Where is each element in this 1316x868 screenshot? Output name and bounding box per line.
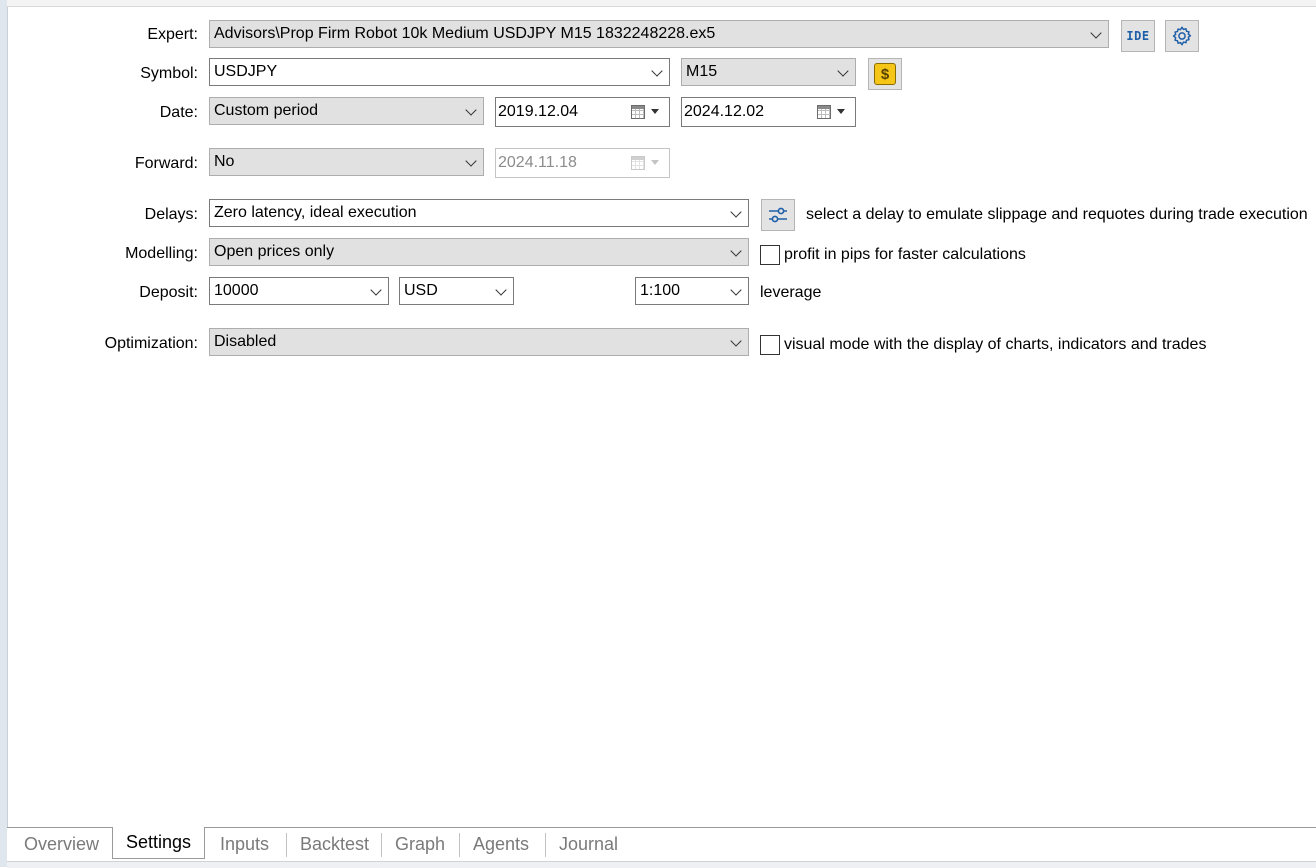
- forward-value: No: [214, 153, 235, 170]
- symbol-specs-button[interactable]: $: [868, 58, 902, 90]
- leverage-select[interactable]: 1:100: [635, 277, 749, 305]
- tab-journal[interactable]: Journal: [545, 833, 631, 857]
- tab-backtest[interactable]: Backtest: [286, 833, 382, 857]
- chevron-down-icon: [730, 206, 742, 218]
- date-from-value: 2019.12.04: [498, 103, 579, 120]
- dollar-icon: $: [874, 63, 896, 85]
- leverage-value: 1:100: [640, 282, 681, 299]
- chevron-down-icon: [1090, 27, 1102, 39]
- ide-icon: IDE: [1126, 29, 1150, 43]
- gear-icon: [1172, 26, 1192, 46]
- profit-in-pips-label: profit in pips for faster calculations: [784, 246, 1026, 263]
- timeframe-select[interactable]: M15: [681, 58, 856, 86]
- date-to-picker[interactable]: 2024.12.02: [681, 97, 856, 127]
- forward-select[interactable]: No: [209, 148, 484, 176]
- deposit-currency-value: USD: [404, 282, 438, 299]
- calendar-icon: [817, 105, 831, 119]
- chevron-down-icon: [465, 104, 477, 116]
- left-panel-edge: [0, 0, 8, 867]
- deposit-amount-select[interactable]: 10000: [209, 277, 389, 305]
- chevron-down-icon: [730, 284, 742, 296]
- calendar-icon: [631, 105, 645, 119]
- deposit-amount-value: 10000: [214, 282, 259, 299]
- chevron-down-icon: [465, 155, 477, 167]
- optimization-value: Disabled: [214, 333, 277, 350]
- ide-button[interactable]: IDE: [1121, 20, 1155, 52]
- date-period-select[interactable]: Custom period: [209, 97, 484, 125]
- chevron-down-icon: [730, 335, 742, 347]
- delays-value: Zero latency, ideal execution: [214, 204, 417, 221]
- delays-label: Delays:: [144, 206, 198, 223]
- modelling-label: Modelling:: [125, 245, 198, 262]
- sliders-icon: [769, 207, 787, 223]
- expert-settings-button[interactable]: [1165, 20, 1199, 52]
- chevron-down-icon: [495, 284, 507, 296]
- top-border: [7, 0, 1316, 7]
- delays-select[interactable]: Zero latency, ideal execution: [209, 199, 749, 227]
- expert-label: Expert:: [147, 26, 198, 43]
- tab-overview[interactable]: Overview: [11, 828, 112, 861]
- calendar-icon: [631, 156, 645, 170]
- forward-date-picker: 2024.11.18: [495, 148, 670, 178]
- visual-mode-label: visual mode with the display of charts, …: [784, 336, 1207, 353]
- tester-tab-bar: Overview Settings Inputs Backtest Graph …: [7, 827, 1316, 862]
- dropdown-arrow-icon: [651, 160, 659, 165]
- deposit-label: Deposit:: [139, 284, 198, 301]
- chevron-down-icon: [370, 284, 382, 296]
- visual-mode-checkbox[interactable]: [760, 335, 780, 355]
- date-to-value: 2024.12.02: [684, 103, 765, 120]
- expert-select[interactable]: Advisors\Prop Firm Robot 10k Medium USDJ…: [209, 20, 1109, 48]
- tab-graph[interactable]: Graph: [381, 833, 458, 857]
- profit-in-pips-checkbox[interactable]: [760, 245, 780, 265]
- delay-settings-button[interactable]: [761, 199, 795, 231]
- timeframe-value: M15: [686, 63, 718, 80]
- symbol-value: USDJPY: [214, 63, 278, 80]
- date-period-value: Custom period: [214, 102, 319, 119]
- date-from-picker[interactable]: 2019.12.04: [495, 97, 670, 127]
- modelling-value: Open prices only: [214, 243, 335, 260]
- date-label: Date:: [159, 104, 198, 121]
- tab-inputs[interactable]: Inputs: [207, 828, 282, 861]
- chevron-down-icon: [651, 65, 663, 77]
- leverage-label: leverage: [760, 284, 822, 301]
- modelling-select[interactable]: Open prices only: [209, 238, 749, 266]
- optimization-label: Optimization:: [104, 335, 198, 352]
- expert-value: Advisors\Prop Firm Robot 10k Medium USDJ…: [214, 25, 716, 42]
- dropdown-arrow-icon: [837, 109, 845, 114]
- dropdown-arrow-icon: [651, 109, 659, 114]
- forward-date-value: 2024.11.18: [498, 154, 577, 171]
- optimization-select[interactable]: Disabled: [209, 328, 749, 356]
- tab-settings[interactable]: Settings: [112, 827, 206, 859]
- symbol-label: Symbol:: [140, 65, 198, 82]
- delays-note: select a delay to emulate slippage and r…: [806, 206, 1308, 223]
- chevron-down-icon: [730, 245, 742, 257]
- tab-agents[interactable]: Agents: [459, 833, 542, 857]
- symbol-select[interactable]: USDJPY: [209, 58, 670, 86]
- deposit-currency-select[interactable]: USD: [399, 277, 514, 305]
- forward-label: Forward:: [134, 155, 198, 172]
- chevron-down-icon: [837, 65, 849, 77]
